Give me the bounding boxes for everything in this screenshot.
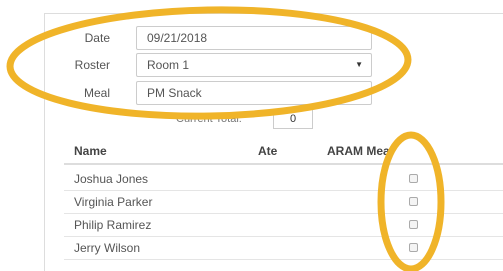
roster-select-value: Room 1	[147, 58, 190, 72]
aram-meal-checkbox[interactable]	[409, 197, 418, 206]
table-row: Virginia Parker	[64, 191, 503, 214]
meal-label: Meal	[83, 86, 110, 100]
table-row: Jerry Wilson	[64, 237, 503, 260]
current-total-label: Current Total:	[176, 113, 242, 125]
date-label: Date	[84, 31, 110, 45]
roster-select[interactable]: Room 1 ▼	[136, 53, 372, 77]
table-row: Joshua Jones	[64, 168, 503, 191]
aram-meal-checkbox[interactable]	[409, 243, 418, 252]
table-row: Philip Ramirez	[64, 214, 503, 237]
current-total-field[interactable]: 0	[273, 109, 313, 129]
column-header-ate[interactable]: Ate	[258, 144, 277, 158]
aram-meal-checkbox[interactable]	[409, 174, 418, 183]
column-header-aram-meal[interactable]: ARAM Meal	[327, 144, 393, 158]
table-header-rule	[64, 163, 503, 165]
aram-meal-checkbox[interactable]	[409, 220, 418, 229]
roster-label: Roster	[74, 58, 110, 72]
meal-input[interactable]: PM Snack	[136, 81, 372, 105]
student-name: Jerry Wilson	[74, 241, 141, 255]
student-name: Philip Ramirez	[74, 218, 152, 232]
column-header-name[interactable]: Name	[74, 144, 107, 158]
date-input[interactable]: 09/21/2018	[136, 26, 372, 50]
panel-top-border	[44, 13, 503, 14]
student-name: Joshua Jones	[74, 172, 149, 186]
student-name: Virginia Parker	[74, 195, 153, 209]
chevron-down-icon: ▼	[355, 60, 363, 69]
panel-left-border	[44, 13, 45, 271]
